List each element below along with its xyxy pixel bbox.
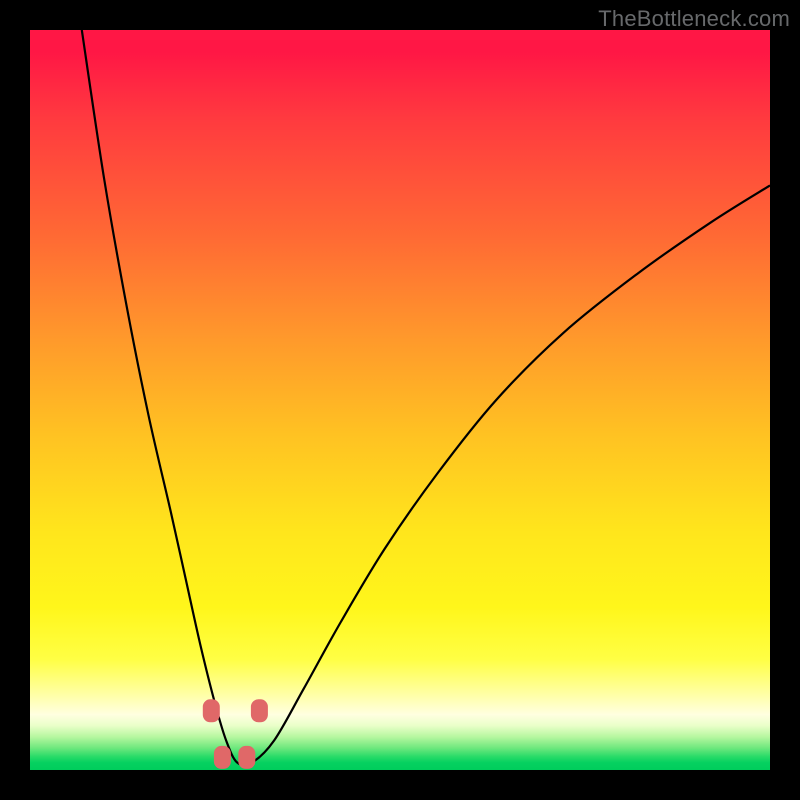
watermark-text: TheBottleneck.com bbox=[598, 6, 790, 32]
curve-marker-2 bbox=[214, 746, 230, 768]
curve-svg bbox=[30, 30, 770, 770]
curve-marker-0 bbox=[203, 700, 219, 722]
bottleneck-curve bbox=[82, 30, 770, 765]
curve-marker-3 bbox=[239, 746, 255, 768]
curve-marker-1 bbox=[251, 700, 267, 722]
plot-area bbox=[30, 30, 770, 770]
chart-canvas: TheBottleneck.com bbox=[0, 0, 800, 800]
